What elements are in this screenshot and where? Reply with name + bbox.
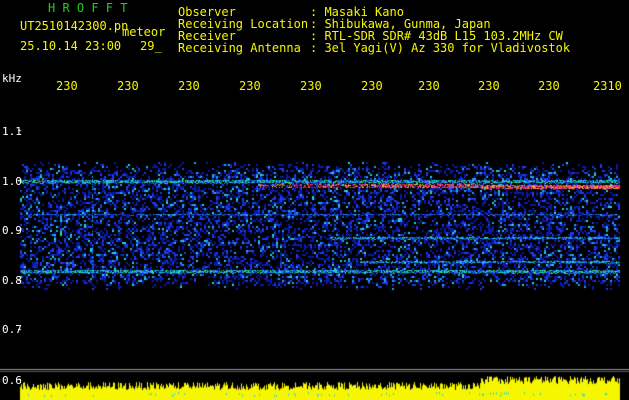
antenna-label: Receiving Antenna — [178, 41, 301, 55]
y-tick-label: 1.1 — [2, 125, 22, 138]
spectrogram-waterfall — [0, 0, 629, 400]
datetime-label: 25.10.14 23:00 — [20, 39, 122, 53]
x-tick-label: 230 — [418, 79, 440, 93]
y-tick-label: 0.9 — [2, 224, 22, 237]
x-tick-label: 230 — [538, 79, 560, 93]
x-tick-label: 230 — [56, 79, 78, 93]
y-tick-label: 1.0 — [2, 175, 22, 188]
x-tick-label: 230 — [361, 79, 383, 93]
count-label: 29_ — [140, 39, 162, 53]
antenna-value: : 3el Yagi(V) Az 330 for Vladivostok — [310, 41, 571, 55]
file-name: UT2510142300.pn — [20, 19, 129, 33]
x-tick-label: 230 — [300, 79, 322, 93]
x-tick-label: 230 — [239, 79, 261, 93]
app-title: H R O F F T — [48, 1, 128, 15]
x-tick-label: 2310 — [593, 79, 622, 93]
mode-label: meteor — [122, 25, 166, 39]
x-tick-label: 230 — [117, 79, 139, 93]
unit-label: kHz — [2, 72, 22, 85]
y-tick-label: 0.8 — [2, 274, 22, 287]
y-tick-label: 0.7 — [2, 323, 22, 336]
y-tick-label: 0.6 — [2, 374, 22, 387]
x-tick-label: 230 — [478, 79, 500, 93]
x-tick-label: 230 — [178, 79, 200, 93]
